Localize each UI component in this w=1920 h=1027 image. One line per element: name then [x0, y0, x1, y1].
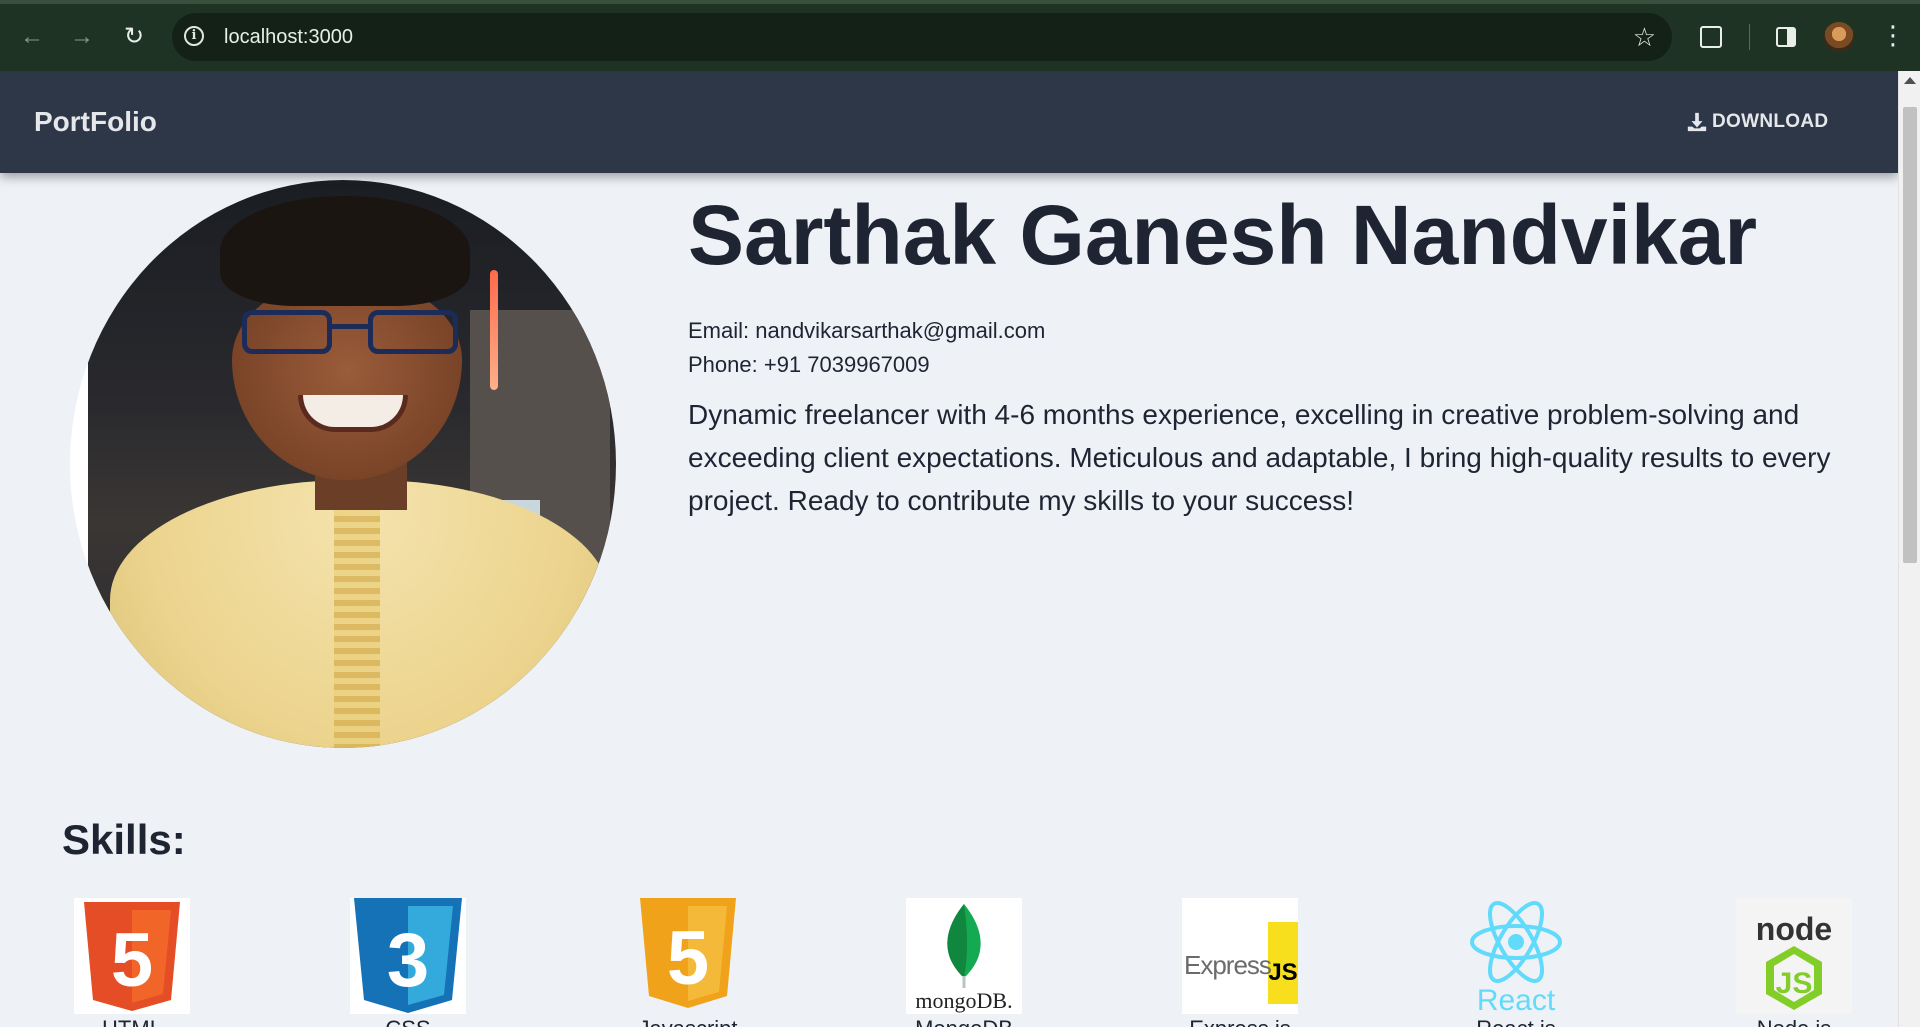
skill-label-react: React.js	[1458, 1016, 1574, 1027]
forward-button[interactable]: →	[66, 21, 98, 53]
html5-logo: 5	[74, 898, 190, 1014]
css3-logo-text: 3	[387, 918, 429, 1003]
skill-label-html: HTML	[74, 1016, 190, 1027]
back-button[interactable]: ←	[16, 21, 48, 53]
javascript-logo: 5	[630, 898, 746, 1014]
profile-name: Sarthak Ganesh Nandvikar	[688, 188, 1758, 282]
site-info-icon[interactable]: i	[184, 26, 204, 46]
scroll-up-arrow-icon[interactable]	[1904, 77, 1916, 84]
react-logo: React	[1458, 898, 1574, 1014]
kebab-menu-icon[interactable]: ⋮	[1880, 20, 1906, 50]
browser-toolbar: ← → ↻ i localhost:3000 ☆ ⋮	[0, 0, 1920, 71]
side-panel-icon[interactable]	[1776, 27, 1796, 47]
bio-paragraph: Dynamic freelancer with 4-6 months exper…	[688, 399, 1831, 516]
skill-label-nodejs: Node.js	[1736, 1016, 1852, 1027]
mongodb-logo-text: mongoDB.	[915, 988, 1012, 1013]
profile-avatar[interactable]	[1824, 22, 1854, 52]
email-text: Email: nandvikarsarthak@gmail.com	[688, 318, 1046, 343]
express-logo-badge: JS	[1268, 959, 1297, 986]
profile-photo	[70, 180, 616, 748]
skill-label-express: Express.js	[1182, 1016, 1298, 1027]
css3-logo: 3	[350, 898, 466, 1014]
nodejs-logo-text: node	[1756, 911, 1832, 947]
contact-info: Email: nandvikarsarthak@gmail.com Phone:…	[688, 314, 1045, 382]
star-icon[interactable]: ☆	[1633, 22, 1656, 52]
phone-text: Phone: +91 7039967009	[688, 352, 930, 377]
javascript-logo-text: 5	[667, 916, 709, 1001]
skill-label-mongodb: MongoDB	[906, 1016, 1022, 1027]
skills-list: 5 HTML 3 CSS 5 Javascript	[0, 898, 1898, 1027]
toolbar-divider	[1749, 24, 1750, 50]
url-text[interactable]: localhost:3000	[224, 25, 353, 49]
skills-heading: Skills:	[62, 816, 186, 863]
express-js-logo: Express JS	[1182, 898, 1298, 1014]
html5-logo-text: 5	[111, 918, 153, 1003]
download-icon	[1687, 112, 1707, 132]
skill-item-nodejs: node JS Node.js	[1736, 898, 1852, 1027]
download-button[interactable]: DOWNLOAD	[1686, 108, 1828, 136]
reload-icon: ↻	[123, 23, 145, 50]
arrow-right-icon: →	[70, 23, 94, 50]
tab-strip	[0, 0, 1920, 4]
download-label: DOWNLOAD	[1712, 111, 1829, 132]
nodejs-logo-badge: JS	[1776, 967, 1813, 1000]
extensions-icon[interactable]	[1700, 26, 1722, 48]
site-navbar: PortFolio DOWNLOAD	[0, 71, 1898, 173]
nodejs-logo: node JS	[1736, 898, 1852, 1014]
arrow-left-icon: ←	[20, 23, 44, 50]
page-scrollbar[interactable]	[1898, 71, 1920, 1027]
skill-item-mongodb: mongoDB. MongoDB	[906, 898, 1022, 1027]
skill-item-html: 5 HTML	[74, 898, 190, 1027]
skill-label-javascript: Javascript	[630, 1016, 746, 1027]
address-bar[interactable]: i localhost:3000 ☆	[172, 13, 1672, 61]
scrollbar-thumb[interactable]	[1903, 107, 1917, 563]
skill-item-javascript: 5 Javascript	[630, 898, 746, 1027]
express-logo-text: Express	[1184, 950, 1272, 980]
skill-item-css: 3 CSS	[350, 898, 466, 1027]
skill-label-css: CSS	[350, 1016, 466, 1027]
reload-button[interactable]: ↻	[118, 21, 150, 53]
skill-item-react: React React.js	[1458, 898, 1574, 1027]
brand-logo[interactable]: PortFolio	[34, 105, 157, 139]
page-viewport: PortFolio DOWNLOAD Sarthak Ganesh Nandvi…	[0, 71, 1898, 1027]
react-logo-text: React	[1477, 984, 1556, 1014]
skill-item-express: Express JS Express.js	[1182, 898, 1298, 1027]
mongodb-logo: mongoDB.	[906, 898, 1022, 1014]
